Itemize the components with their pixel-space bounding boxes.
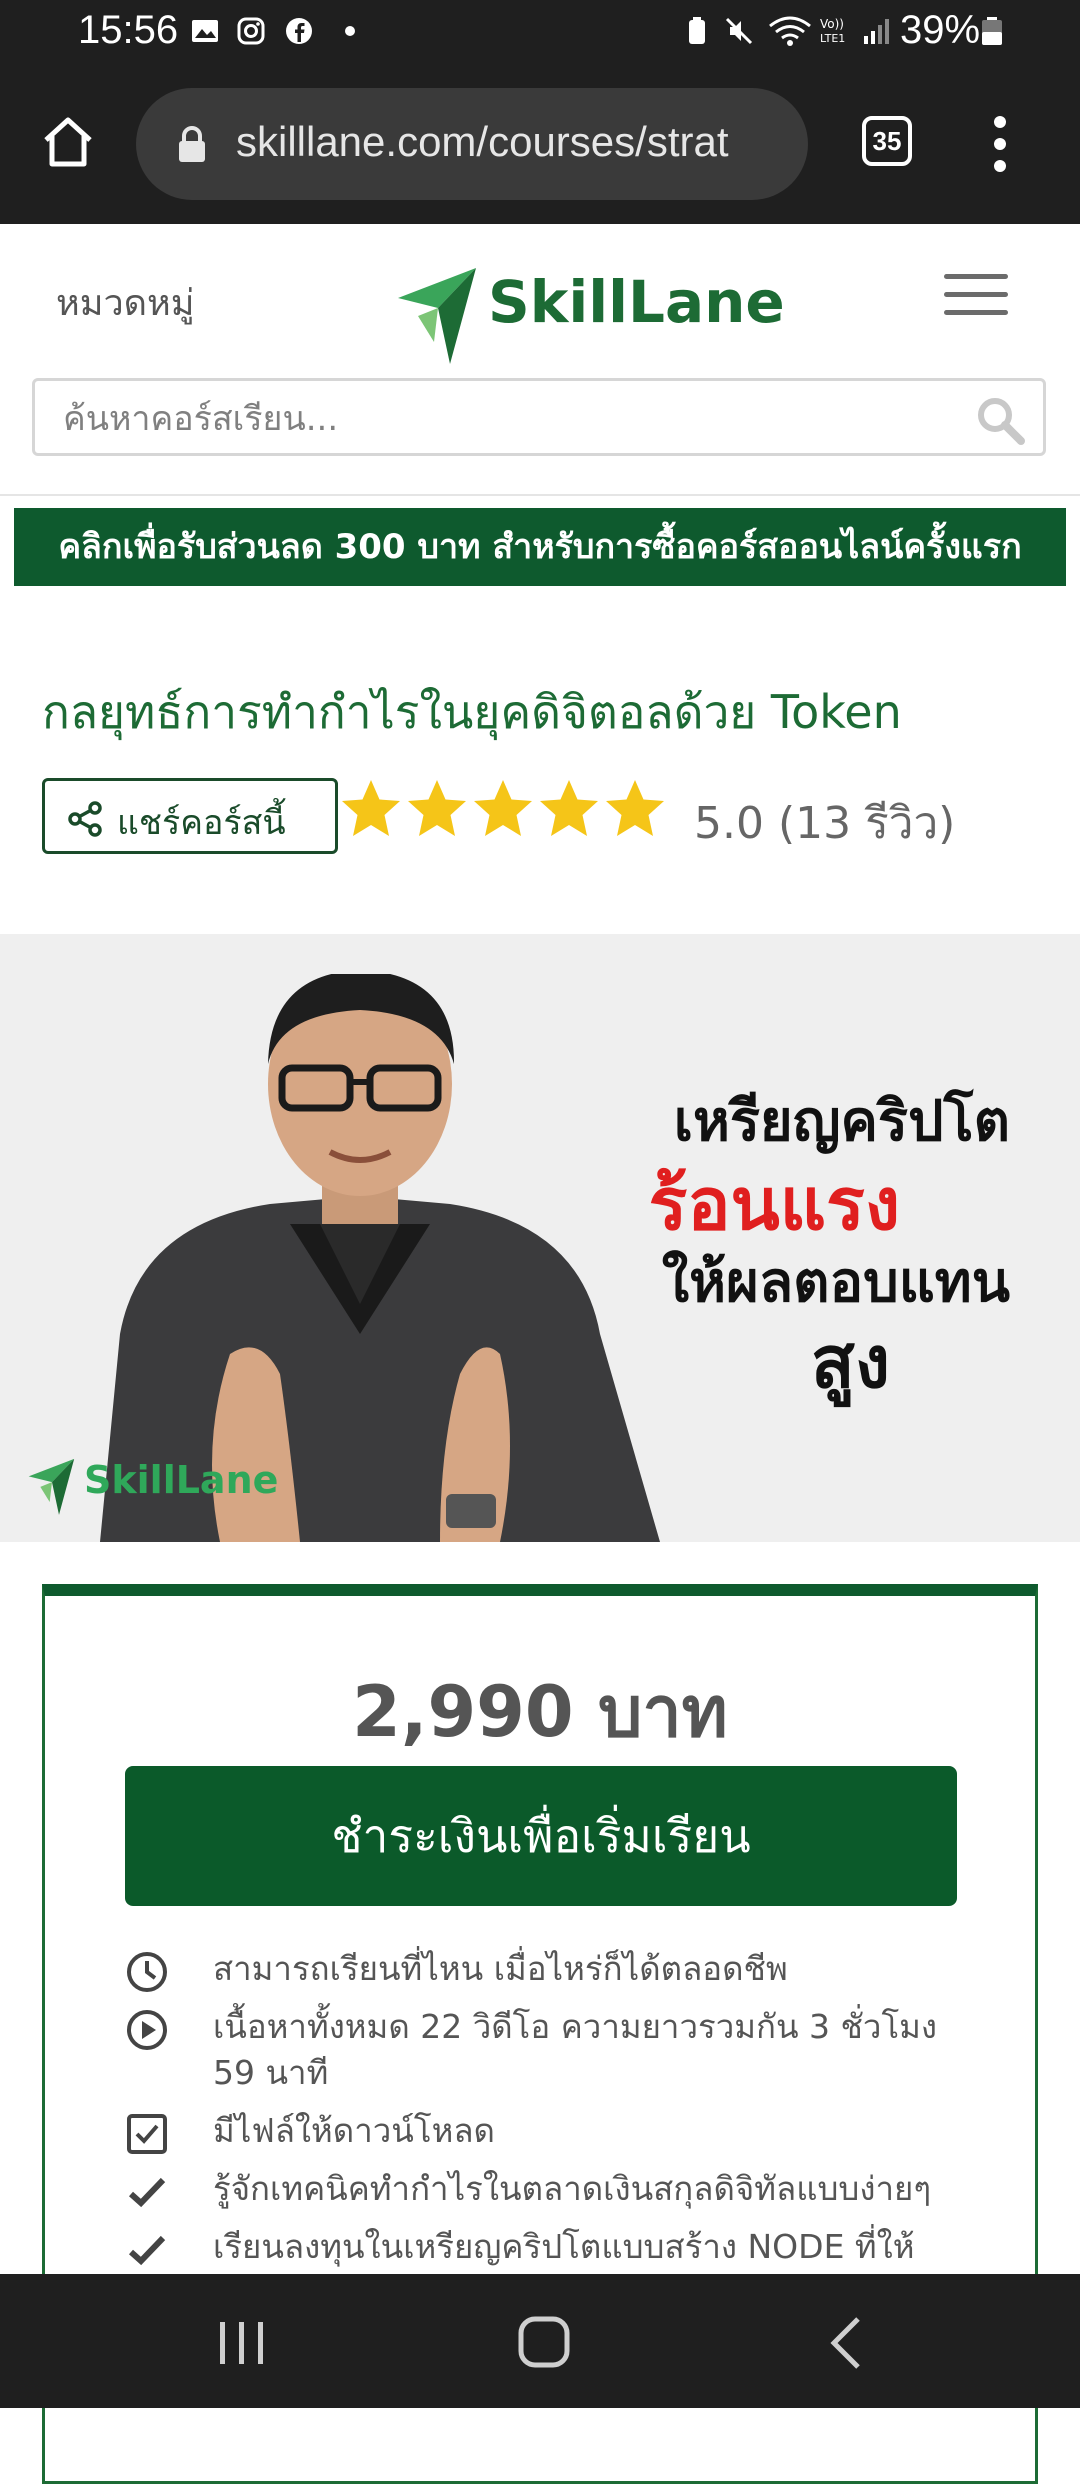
video-line-1: เหรียญคริปโต — [673, 1089, 1010, 1154]
feature-item: เนื้อหาทั้งหมด 22 วิดีโอ ความยาวรวมกัน 3… — [125, 2004, 985, 2096]
svg-text:Vo)): Vo)) — [820, 17, 844, 31]
feature-text: มีไฟล์ให้ดาวน์โหลด — [213, 2111, 495, 2150]
search-input[interactable] — [61, 391, 945, 447]
hamburger-menu-icon[interactable] — [944, 274, 1008, 322]
feature-text: สามารถเรียนที่ไหน เมื่อไหร่ก็ได้ตลอดชีพ — [213, 1949, 788, 1988]
star-icon — [606, 780, 664, 836]
star-icon — [540, 780, 598, 836]
skilllane-logo[interactable]: SkillLane — [388, 246, 785, 366]
categories-link[interactable]: หมวดหมู่ — [56, 274, 195, 331]
signal-icon — [864, 19, 889, 44]
recent-apps-icon[interactable] — [212, 2318, 272, 2368]
recycle-battery-icon — [689, 17, 705, 44]
course-title: กลยุทธ์การทำกำไรในยุคดิจิตอลด้วย Token — [42, 685, 902, 739]
home-button-icon[interactable] — [516, 2314, 572, 2370]
check-icon — [128, 2235, 166, 2266]
feature-text: เนื้อหาทั้งหมด 22 วิดีโอ ความยาวรวมกัน 3… — [213, 2007, 938, 2092]
watermark-logo-text: SkillLane — [84, 1458, 279, 1502]
clock-icon — [127, 1952, 167, 1992]
feature-text: เรียนลงทุนในเหรียญคริปโตแบบสร้าง NODE ที… — [213, 2227, 915, 2266]
feature-item: มีไฟล์ให้ดาวน์โหลด — [125, 2108, 985, 2154]
facebook-icon — [286, 18, 312, 44]
status-bar: 15:56 Vo)) LTE1 39% — [0, 0, 1080, 68]
url-text[interactable]: skilllane.com/courses/strat — [236, 118, 729, 166]
promo-banner[interactable]: คลิกเพื่อรับส่วนลด 300 บาท สำหรับการซื้อ… — [14, 508, 1066, 586]
course-price: 2,990 บาท — [352, 1671, 728, 1753]
video-watermark-logo: SkillLane — [22, 1446, 278, 1516]
battery-percentage: 39% — [900, 8, 981, 52]
share-icon — [68, 801, 102, 837]
checkbox-icon — [127, 2114, 167, 2154]
tab-switcher-button[interactable]: 35 — [862, 116, 912, 166]
address-bar[interactable]: skilllane.com/courses/strat — [136, 88, 808, 200]
browser-toolbar: skilllane.com/courses/strat 35 — [0, 68, 1080, 224]
notification-dot-icon — [345, 26, 355, 36]
home-icon[interactable] — [38, 112, 98, 172]
star-icon — [408, 780, 466, 836]
check-icon — [128, 2177, 166, 2208]
star-icon — [342, 780, 400, 836]
watermark-logo-icon — [28, 1458, 75, 1515]
more-options-icon[interactable] — [980, 112, 1020, 176]
star-icon — [474, 780, 532, 836]
instagram-icon — [237, 17, 265, 45]
rating-text: 5.0 (13 รีวิว) — [694, 798, 956, 849]
back-icon[interactable] — [826, 2314, 866, 2372]
volte-icon: Vo))LTE1 — [820, 17, 845, 45]
search-box — [32, 378, 1046, 456]
share-course-button[interactable]: แชร์คอร์สนี้ — [42, 778, 338, 854]
logo-text: SkillLane — [488, 268, 785, 336]
pay-to-start-button[interactable]: ชำระเงินเพื่อเริ่มเรียน — [125, 1766, 957, 1906]
course-video-thumbnail[interactable]: เหรียญคริปโต ร้อนแรง ให้ผลตอบแทน สูง Ski… — [0, 934, 1080, 1542]
search-icon[interactable] — [973, 393, 1027, 447]
video-line-3: ให้ผลตอบแทน — [661, 1250, 1010, 1315]
lock-icon — [179, 126, 205, 162]
feature-item: รู้จักเทคนิคทำกำไรในตลาดเงินสกุลดิจิทัลแ… — [125, 2166, 985, 2212]
logo-mark-icon — [398, 268, 476, 364]
site-header: หมวดหมู่ SkillLane — [0, 224, 1080, 496]
video-headline: เหรียญคริปโต ร้อนแรง ให้ผลตอบแทน สูง — [649, 1082, 1010, 1404]
gallery-icon — [192, 20, 218, 42]
wifi-icon — [769, 16, 811, 46]
svg-text:LTE1: LTE1 — [820, 32, 845, 45]
course-features-list: สามารถเรียนที่ไหน เมื่อไหร่ก็ได้ตลอดชีพ … — [125, 1946, 985, 2282]
status-time: 15:56 — [78, 8, 179, 52]
feature-text: รู้จักเทคนิคทำกำไรในตลาดเงินสกุลดิจิทัลแ… — [213, 2169, 932, 2208]
video-line-2: ร้อนแรง — [648, 1162, 900, 1246]
star-rating — [338, 776, 668, 852]
share-label: แชร์คอร์สนี้ — [117, 803, 286, 843]
system-navigation-bar — [0, 2274, 1080, 2408]
feature-item: เรียนลงทุนในเหรียญคริปโตแบบสร้าง NODE ที… — [125, 2224, 985, 2270]
video-line-4: สูง — [810, 1320, 890, 1404]
feature-item: สามารถเรียนที่ไหน เมื่อไหร่ก็ได้ตลอดชีพ — [125, 1946, 985, 1992]
mute-icon — [725, 17, 753, 45]
play-circle-icon — [127, 2010, 167, 2050]
battery-icon — [982, 17, 1002, 45]
